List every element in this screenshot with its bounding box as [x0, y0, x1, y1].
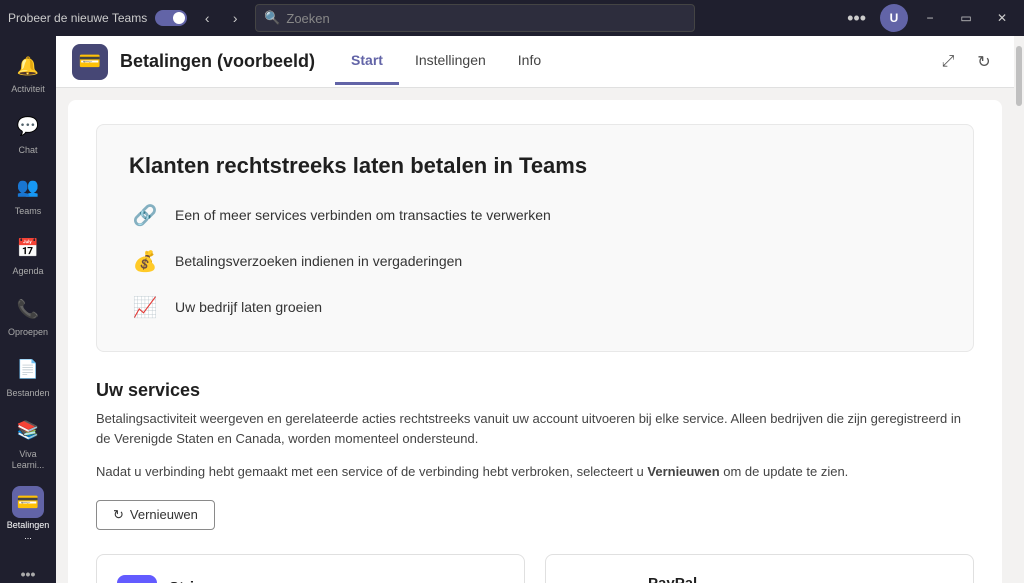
sidebar-item-calls[interactable]: 📞 Oproepen — [4, 287, 52, 344]
calls-icon: 📞 — [12, 293, 44, 325]
hero-box: Klanten rechtstreeks laten betalen in Te… — [96, 124, 974, 352]
paypal-card[interactable]: PayPal PayPal PayPal Holdings, Inc Accep… — [545, 554, 974, 583]
refresh-icon: ↻ — [113, 507, 124, 523]
sidebar-label-calls: Oproepen — [8, 327, 48, 338]
header-actions: ⤢ ↻ — [934, 48, 998, 76]
app-body: 🔔 Activiteit 💬 Chat 👥 Teams 📅 Agenda 📞 O… — [0, 36, 1024, 583]
vernieuwen-label: Vernieuwen — [130, 507, 198, 522]
hero-feature-connect: 🔗 Een of meer services verbinden om tran… — [129, 199, 941, 231]
connect-icon: 🔗 — [129, 199, 161, 231]
services-description: Betalingsactiviteit weergeven en gerelat… — [96, 409, 974, 448]
app-header: 💳 Betalingen (voorbeeld) Start Instellin… — [56, 36, 1014, 88]
app-logo-icon: 💳 — [72, 44, 108, 80]
search-bar[interactable]: 🔍 Zoeken — [255, 4, 695, 32]
search-placeholder: Zoeken — [286, 11, 329, 26]
tab-instellingen[interactable]: Instellingen — [399, 38, 502, 85]
viva-icon: 📚 — [12, 415, 44, 447]
main-inner: Klanten rechtstreeks laten betalen in Te… — [68, 100, 1002, 583]
try-teams-toggle[interactable] — [155, 10, 187, 26]
sidebar-label-files: Bestanden — [6, 388, 49, 399]
payment-request-icon: 💰 — [129, 245, 161, 277]
paypal-logo-icon: PayPal — [566, 576, 636, 583]
hero-feature-grow: 📈 Uw bedrijf laten groeien — [129, 291, 941, 323]
sidebar-item-viva[interactable]: 📚 Viva Learni... — [4, 409, 52, 477]
paypal-name: PayPal — [648, 575, 759, 583]
sidebar-label-agenda: Agenda — [12, 266, 43, 277]
service-cards: S Stripe Stripe Inc Stripe is a financia… — [96, 554, 974, 583]
nav-forward-button[interactable]: › — [223, 6, 247, 30]
sidebar-label-chat: Chat — [18, 145, 37, 156]
scrollbar-track[interactable] — [1014, 36, 1024, 583]
refresh-header-button[interactable]: ↻ — [970, 48, 998, 76]
nav-arrows: ‹ › — [195, 6, 247, 30]
titlebar: Probeer de nieuwe Teams ‹ › 🔍 Zoeken •••… — [0, 0, 1024, 36]
page-title: Betalingen (voorbeeld) — [120, 51, 315, 72]
nav-back-button[interactable]: ‹ — [195, 6, 219, 30]
services-note: Nadat u verbinding hebt gemaakt met een … — [96, 462, 974, 482]
sidebar-label-activity: Activiteit — [11, 84, 45, 95]
titlebar-right: ••• U − ▭ ✕ — [841, 4, 1016, 32]
sidebar-item-teams[interactable]: 👥 Teams — [4, 166, 52, 223]
more-icon: ••• — [12, 558, 44, 583]
hero-title: Klanten rechtstreeks laten betalen in Te… — [129, 153, 941, 179]
stripe-card-header: S Stripe Stripe Inc — [117, 575, 504, 583]
sidebar-item-files[interactable]: 📄 Bestanden — [4, 348, 52, 405]
hero-feature-request-text: Betalingsverzoeken indienen in vergaderi… — [175, 253, 462, 269]
services-title: Uw services — [96, 380, 974, 401]
scrollbar-thumb[interactable] — [1016, 46, 1022, 106]
sidebar-item-betalingen[interactable]: 💳 Betalingen ... — [4, 480, 52, 548]
search-icon: 🔍 — [264, 10, 280, 26]
more-options-button[interactable]: ••• — [841, 6, 872, 31]
stripe-logo-icon: S — [117, 575, 157, 583]
tab-start[interactable]: Start — [335, 38, 399, 85]
sidebar-more-button[interactable]: ••• — [4, 552, 52, 583]
main-content[interactable]: Klanten rechtstreeks laten betalen in Te… — [56, 88, 1014, 583]
avatar[interactable]: U — [880, 4, 908, 32]
content-area: 💳 Betalingen (voorbeeld) Start Instellin… — [56, 36, 1014, 583]
maximize-button[interactable]: ▭ — [952, 4, 980, 32]
stripe-card[interactable]: S Stripe Stripe Inc Stripe is a financia… — [96, 554, 525, 583]
sidebar-item-activity[interactable]: 🔔 Activiteit — [4, 44, 52, 101]
hero-feature-connect-text: Een of meer services verbinden om transa… — [175, 207, 551, 223]
tab-info[interactable]: Info — [502, 38, 557, 85]
try-new-teams-label: Probeer de nieuwe Teams — [8, 11, 147, 25]
note-after: om de update te zien. — [720, 464, 849, 479]
sidebar-label-teams: Teams — [15, 206, 42, 217]
hero-feature-request: 💰 Betalingsverzoeken indienen in vergade… — [129, 245, 941, 277]
stripe-info: Stripe Stripe Inc — [169, 579, 220, 583]
chat-icon: 💬 — [12, 111, 44, 143]
paypal-card-header: PayPal PayPal PayPal Holdings, Inc — [566, 575, 953, 583]
sidebar-item-agenda[interactable]: 📅 Agenda — [4, 226, 52, 283]
minimize-button[interactable]: − — [916, 4, 944, 32]
sidebar-label-betalingen: Betalingen ... — [7, 520, 50, 542]
stripe-name: Stripe — [169, 579, 220, 583]
grow-icon: 📈 — [129, 291, 161, 323]
expand-button[interactable]: ⤢ — [934, 48, 962, 76]
hero-feature-grow-text: Uw bedrijf laten groeien — [175, 299, 322, 315]
hero-features: 🔗 Een of meer services verbinden om tran… — [129, 199, 941, 323]
app-tabs: Start Instellingen Info — [335, 38, 557, 85]
activity-icon: 🔔 — [12, 50, 44, 82]
betalingen-icon: 💳 — [12, 486, 44, 518]
agenda-icon: 📅 — [12, 232, 44, 264]
sidebar: 🔔 Activiteit 💬 Chat 👥 Teams 📅 Agenda 📞 O… — [0, 36, 56, 583]
sidebar-label-viva: Viva Learni... — [8, 449, 48, 471]
teams-icon: 👥 — [12, 172, 44, 204]
paypal-info: PayPal PayPal Holdings, Inc — [648, 575, 759, 583]
sidebar-item-chat[interactable]: 💬 Chat — [4, 105, 52, 162]
close-button[interactable]: ✕ — [988, 4, 1016, 32]
files-icon: 📄 — [12, 354, 44, 386]
vernieuwen-button[interactable]: ↻ Vernieuwen — [96, 500, 215, 530]
note-bold: Vernieuwen — [647, 464, 719, 479]
note-before: Nadat u verbinding hebt gemaakt met een … — [96, 464, 647, 479]
